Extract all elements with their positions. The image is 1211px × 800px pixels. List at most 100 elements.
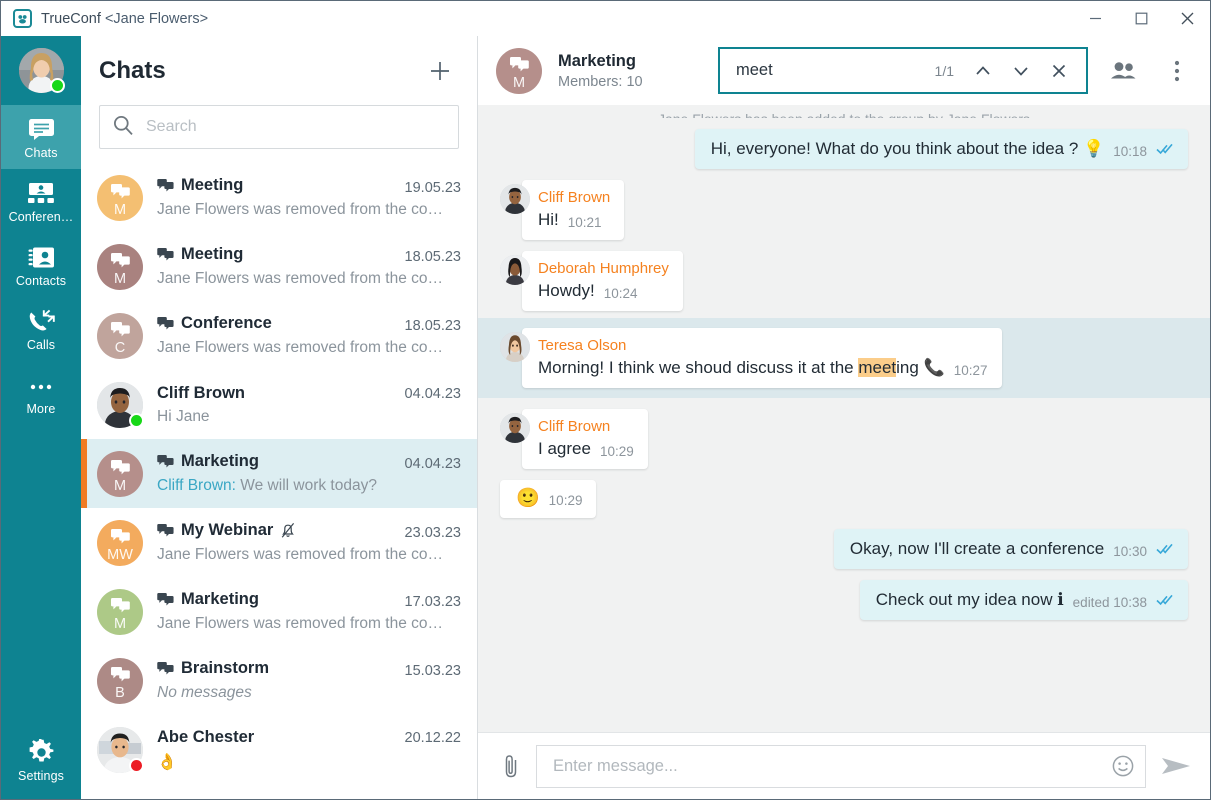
members-button[interactable] xyxy=(1104,52,1142,90)
chat-item-top-row: Cliff Brown 04.04.23 xyxy=(157,384,461,403)
avatar: B xyxy=(97,657,143,704)
sidebar-item-calls[interactable]: Calls xyxy=(1,297,81,361)
message-line: I agree 10:29 xyxy=(538,438,634,460)
paperclip-icon[interactable] xyxy=(500,753,522,779)
message-bubble[interactable]: Hi, everyone! What do you think about th… xyxy=(694,129,1188,169)
kebab-menu-button[interactable] xyxy=(1158,52,1196,90)
trueconf-logo-icon xyxy=(13,9,32,28)
message-bubble[interactable]: Cliff Brown Hi! 10:21 xyxy=(522,180,625,240)
sidebar-item-label: Contacts xyxy=(15,274,67,288)
avatar xyxy=(97,726,144,773)
chat-item-date: 19.05.23 xyxy=(404,180,461,196)
find-in-chat-bar[interactable]: meet 1/1 xyxy=(718,47,1088,94)
chat-item-main: Marketing 17.03.23 Jane Flowers was remove… xyxy=(157,590,461,633)
messages-container: Hi, everyone! What do you think about th… xyxy=(478,129,1210,620)
minimize-button[interactable] xyxy=(1072,1,1118,36)
chat-item-top-row: Abe Chester 20.12.22 xyxy=(157,728,461,747)
avatar[interactable] xyxy=(18,48,65,93)
group-chat-icon xyxy=(110,528,130,549)
message-bubble[interactable]: Deborah Humphrey Howdy! 10:24 xyxy=(522,251,683,311)
chat-item-main: Conference 18.05.23 Jane Flowers was remov… xyxy=(157,314,461,357)
chat-list-item[interactable]: Abe Chester 20.12.22 👌 xyxy=(81,715,477,784)
chat-list-item[interactable]: M Marketing 04.04.23 Cliff Brown: We will w… xyxy=(81,439,477,508)
message-time: 10:30 xyxy=(1113,544,1147,559)
chat-list-item[interactable]: M Marketing 17.03.23 Jane Flowers was remov… xyxy=(81,577,477,646)
message-line: Check out my idea now ℹ edited 10:38 xyxy=(876,589,1174,611)
chat-item-main: Cliff Brown 04.04.23 Hi Jane xyxy=(157,384,461,426)
chat-list-item[interactable]: C Conference 18.05.23 Jane Flowers was remo… xyxy=(81,301,477,370)
sidebar-item-label: Calls xyxy=(26,338,56,352)
avatar-initials: C xyxy=(114,339,126,356)
chat-item-top-row: Brainstorm 15.03.23 xyxy=(157,659,461,679)
find-input[interactable]: meet xyxy=(736,61,931,80)
window-title: TrueConf <Jane Flowers> xyxy=(41,11,208,27)
chat-item-top-row: Meeting 18.05.23 xyxy=(157,245,461,265)
chat-item-top-row: Conference 18.05.23 xyxy=(157,314,461,334)
read-receipt-icon xyxy=(1156,543,1174,560)
status-indicator-online xyxy=(129,412,144,428)
chat-list-item[interactable]: MW My Webinar 23.03.23 Jane Flowers was rem… xyxy=(81,508,477,577)
avatar: M xyxy=(97,174,143,221)
conversation-title-wrap: Marketing Members: 10 xyxy=(558,52,643,90)
chat-list-item[interactable]: M Meeting 18.05.23 Jane Flowers was removed… xyxy=(81,232,477,301)
find-close-button[interactable] xyxy=(1042,54,1076,88)
sidebar-item-chats[interactable]: Chats xyxy=(1,105,81,169)
sidebar-item-label: More xyxy=(26,402,56,416)
avatar-initials: B xyxy=(115,684,125,701)
group-chat-icon xyxy=(110,597,130,612)
more-dots-icon xyxy=(27,372,55,398)
sidebar-item-contacts[interactable]: Contacts xyxy=(1,233,81,297)
group-chat-badge-icon xyxy=(157,179,174,192)
avatar-initials: M xyxy=(113,615,127,632)
message-bubble[interactable]: Check out my idea now ℹ edited 10:38 xyxy=(859,580,1188,620)
message-time: 10:29 xyxy=(599,444,634,459)
group-chat-icon xyxy=(509,56,529,77)
preview-text: Jane Flowers was removed from the co… xyxy=(157,339,443,356)
chat-item-top-row: Marketing 04.04.23 xyxy=(157,452,461,472)
avatar xyxy=(97,381,144,428)
mute-bell-icon xyxy=(280,522,296,539)
new-chat-button[interactable] xyxy=(425,56,455,86)
message-list[interactable]: Jane Flowers has been added to the group… xyxy=(478,105,1210,732)
search-input[interactable]: Search xyxy=(99,105,459,149)
sidebar-item-conferences[interactable]: Conferen… xyxy=(1,169,81,233)
sidebar-item-more[interactable]: More xyxy=(1,361,81,425)
send-button[interactable] xyxy=(1160,754,1196,778)
message-bubble[interactable]: Teresa Olson Morning! I think we shoud di… xyxy=(522,328,1002,388)
preview-text: Jane Flowers was removed from the co… xyxy=(157,546,443,563)
message-input[interactable]: Enter message... xyxy=(536,744,1146,788)
chat-list-item[interactable]: B Brainstorm 15.03.23 No messages xyxy=(81,646,477,715)
chat-list[interactable]: M Meeting 19.05.23 Jane Flowers was removed… xyxy=(81,163,477,799)
message-bubble[interactable]: 🙂 10:29 xyxy=(500,480,597,518)
maximize-button[interactable] xyxy=(1118,1,1164,36)
message-text: Howdy! xyxy=(538,281,595,300)
message-bubble[interactable]: Cliff Brown I agree 10:29 xyxy=(522,409,648,469)
chat-item-main: Meeting 18.05.23 Jane Flowers was removed … xyxy=(157,245,461,288)
chat-item-name: Meeting xyxy=(157,245,243,264)
chat-list-item[interactable]: M Meeting 19.05.23 Jane Flowers was removed… xyxy=(81,163,477,232)
system-message-clipped: Jane Flowers has been added to the group… xyxy=(478,105,1210,118)
sidebar-item-label: Chats xyxy=(24,146,58,160)
message-bubble[interactable]: Okay, now I'll create a conference 10:30 xyxy=(833,529,1188,569)
sidebar-item-settings[interactable]: Settings xyxy=(1,728,81,799)
group-chat-badge-icon xyxy=(157,662,174,675)
message-emoji: ℹ xyxy=(1057,590,1064,609)
chat-item-title: Meeting xyxy=(181,176,244,194)
chat-item-name: Marketing xyxy=(157,452,259,471)
profile-avatar-wrap[interactable] xyxy=(1,36,81,105)
find-next-button[interactable] xyxy=(1004,54,1038,88)
preview-text: No messages xyxy=(157,684,252,701)
chat-item-title: Cliff Brown xyxy=(157,383,245,402)
close-button[interactable] xyxy=(1164,1,1210,36)
chat-item-preview: Jane Flowers was removed from the co… xyxy=(157,270,461,288)
avatar: C xyxy=(97,312,143,359)
message-line: Howdy! 10:24 xyxy=(538,280,669,302)
avatar-initials: MW xyxy=(107,546,133,563)
message-row: Check out my idea now ℹ edited 10:38 xyxy=(478,580,1210,620)
message-author: Deborah Humphrey xyxy=(538,260,669,277)
avatar: M xyxy=(97,588,143,635)
smiley-icon[interactable] xyxy=(1111,754,1135,778)
find-prev-button[interactable] xyxy=(966,54,1000,88)
chat-list-item[interactable]: Cliff Brown 04.04.23 Hi Jane xyxy=(81,370,477,439)
conversation-avatar: M xyxy=(496,47,542,94)
